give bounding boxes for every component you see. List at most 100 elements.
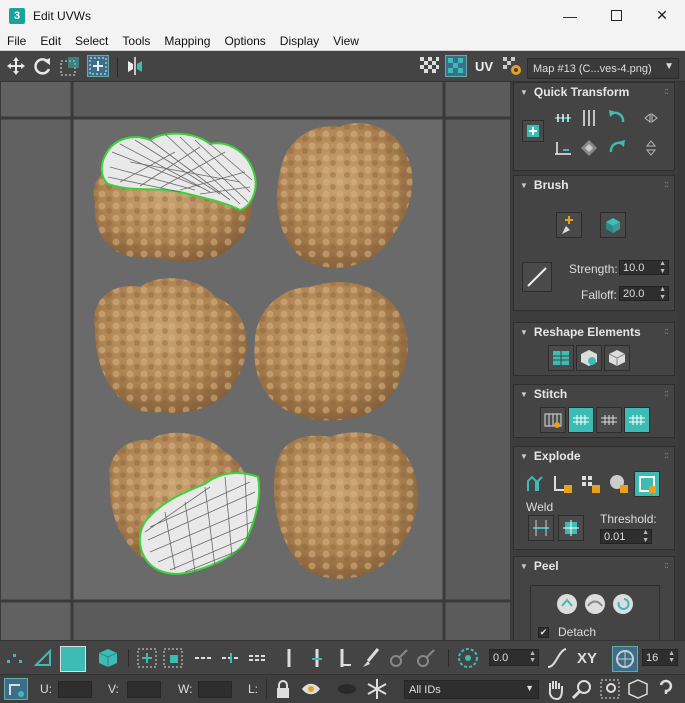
ring-icon[interactable] bbox=[278, 647, 300, 669]
rotate-icon[interactable] bbox=[32, 55, 54, 77]
rollout-header[interactable]: ▼ Quick Transform :: bbox=[514, 83, 674, 101]
peel-mode-icon[interactable] bbox=[582, 591, 608, 617]
rotation-spinner[interactable]: 0.0 ▲ ▼ bbox=[489, 649, 539, 666]
v-field[interactable] bbox=[127, 681, 161, 698]
loop-grow-icon[interactable] bbox=[220, 647, 242, 669]
grip-icon[interactable]: :: bbox=[664, 86, 669, 96]
scale-icon[interactable] bbox=[59, 55, 81, 77]
weld-selected-icon[interactable] bbox=[528, 515, 554, 541]
xy-space-button[interactable]: XY bbox=[574, 647, 600, 669]
spinner-arrows-icon[interactable]: ▲ ▼ bbox=[659, 260, 666, 276]
texture-settings-icon[interactable] bbox=[501, 55, 523, 77]
stitch-custom-icon[interactable] bbox=[540, 407, 566, 433]
detach-checkbox[interactable]: ✔ bbox=[538, 627, 549, 638]
edge-mode-icon[interactable] bbox=[32, 647, 54, 669]
quick-peel-icon[interactable] bbox=[554, 591, 580, 617]
collapse-triangle-icon[interactable]: ▼ bbox=[520, 88, 528, 97]
spacing-icon[interactable] bbox=[578, 137, 600, 159]
menu-display[interactable]: Display bbox=[273, 34, 326, 48]
polygon-mode-icon[interactable] bbox=[60, 646, 86, 672]
align-bottom-icon[interactable] bbox=[552, 137, 574, 159]
paint-select-icon[interactable] bbox=[360, 647, 382, 669]
transform-mode-icon[interactable] bbox=[4, 678, 28, 700]
collapse-triangle-icon[interactable]: ▼ bbox=[520, 328, 528, 337]
u-field[interactable] bbox=[58, 681, 92, 698]
minimize-icon[interactable]: — bbox=[547, 0, 593, 31]
material-id-select[interactable]: All IDs ▼ bbox=[404, 680, 539, 699]
close-icon[interactable]: ✕ bbox=[639, 0, 685, 31]
freeze-toggle-icon[interactable] bbox=[336, 678, 358, 700]
rotate-ccw-icon[interactable] bbox=[606, 107, 628, 129]
rotate-cw-icon[interactable] bbox=[606, 137, 628, 159]
grip-icon[interactable]: :: bbox=[664, 326, 669, 336]
spinner-arrows-icon[interactable]: ▲ ▼ bbox=[529, 650, 536, 664]
texture-checker-icon[interactable] bbox=[445, 55, 467, 77]
break-icon[interactable] bbox=[522, 471, 548, 497]
rollout-header[interactable]: ▼ Brush :: bbox=[514, 176, 674, 194]
reset-peel-icon[interactable] bbox=[610, 591, 636, 617]
weld-target-icon[interactable] bbox=[558, 515, 584, 541]
menu-mapping[interactable]: Mapping bbox=[157, 34, 217, 48]
flatten-by-material-icon[interactable] bbox=[634, 471, 660, 497]
flip-horizontal-icon[interactable] bbox=[640, 107, 662, 129]
menu-file[interactable]: File bbox=[0, 34, 33, 48]
lock-icon[interactable] bbox=[272, 678, 294, 700]
falloff-spinner[interactable]: 20.0 ▲ ▼ bbox=[619, 286, 669, 301]
paint-select-grow-icon[interactable] bbox=[388, 647, 410, 669]
flatten-icon[interactable] bbox=[550, 471, 576, 497]
ring-shrink-icon[interactable] bbox=[333, 647, 355, 669]
vertex-mode-icon[interactable] bbox=[4, 647, 26, 669]
move-icon[interactable] bbox=[5, 55, 27, 77]
spinner-arrows-icon[interactable]: ▲ ▼ bbox=[659, 286, 666, 302]
uv-canvas[interactable] bbox=[0, 82, 510, 640]
maximize-icon[interactable] bbox=[593, 0, 639, 31]
menu-select[interactable]: Select bbox=[68, 34, 115, 48]
rollout-header[interactable]: ▼ Peel :: bbox=[514, 557, 674, 575]
grip-icon[interactable]: :: bbox=[664, 388, 669, 398]
hide-icon[interactable] bbox=[300, 678, 322, 700]
grip-icon[interactable]: :: bbox=[664, 179, 669, 189]
panel-scrollbar[interactable] bbox=[678, 82, 685, 640]
w-field[interactable] bbox=[198, 681, 232, 698]
straighten-icon[interactable] bbox=[548, 345, 574, 371]
falloff-curve-icon[interactable] bbox=[546, 647, 568, 669]
cube-icon[interactable] bbox=[604, 345, 630, 371]
stitch-source-icon[interactable] bbox=[568, 407, 594, 433]
snap-spinner[interactable]: 16 ▲ ▼ bbox=[642, 649, 678, 666]
align-vertical-icon[interactable] bbox=[578, 107, 600, 129]
stitch-average-icon[interactable] bbox=[596, 407, 622, 433]
transform-center-icon[interactable] bbox=[522, 120, 544, 142]
zoom-extents-icon[interactable] bbox=[627, 678, 649, 700]
zoom-icon[interactable] bbox=[571, 678, 593, 700]
paint-select-shrink-icon[interactable] bbox=[415, 647, 437, 669]
freeform-icon[interactable] bbox=[87, 55, 109, 77]
rollout-header[interactable]: ▼ Reshape Elements :: bbox=[514, 323, 674, 341]
spinner-arrows-icon[interactable]: ▲ ▼ bbox=[668, 650, 675, 664]
align-horizontal-icon[interactable] bbox=[552, 107, 574, 129]
spinner-arrows-icon[interactable]: ▲ ▼ bbox=[642, 529, 649, 545]
flatten-by-polygon-icon[interactable] bbox=[578, 471, 604, 497]
stitch-target-icon[interactable] bbox=[624, 407, 650, 433]
mirror-icon[interactable] bbox=[124, 55, 146, 77]
relax-icon[interactable] bbox=[576, 345, 602, 371]
loop-icon[interactable] bbox=[193, 647, 215, 669]
flatten-by-smoothing-icon[interactable] bbox=[606, 471, 632, 497]
uv-toggle-button[interactable]: UV bbox=[473, 55, 495, 77]
ring-grow-icon[interactable] bbox=[306, 647, 328, 669]
checker-icon[interactable] bbox=[418, 55, 440, 77]
loop-shrink-icon[interactable] bbox=[247, 647, 269, 669]
menu-edit[interactable]: Edit bbox=[33, 34, 68, 48]
grip-icon[interactable]: :: bbox=[664, 560, 669, 570]
collapse-triangle-icon[interactable]: ▼ bbox=[520, 452, 528, 461]
collapse-triangle-icon[interactable]: ▼ bbox=[520, 390, 528, 399]
uv-viewport[interactable] bbox=[0, 82, 510, 640]
help-icon[interactable] bbox=[655, 678, 677, 700]
menu-tools[interactable]: Tools bbox=[115, 34, 157, 48]
snap-icon[interactable] bbox=[612, 646, 638, 672]
element-mode-icon[interactable] bbox=[97, 647, 119, 669]
map-select[interactable]: Map #13 (C...ves-4.png) ▼ bbox=[527, 58, 679, 79]
relax-brush-icon[interactable] bbox=[600, 212, 626, 238]
rollout-header[interactable]: ▼ Stitch :: bbox=[514, 385, 674, 403]
threshold-spinner[interactable]: 0.01 ▲ ▼ bbox=[600, 529, 652, 544]
paint-move-icon[interactable] bbox=[556, 212, 582, 238]
